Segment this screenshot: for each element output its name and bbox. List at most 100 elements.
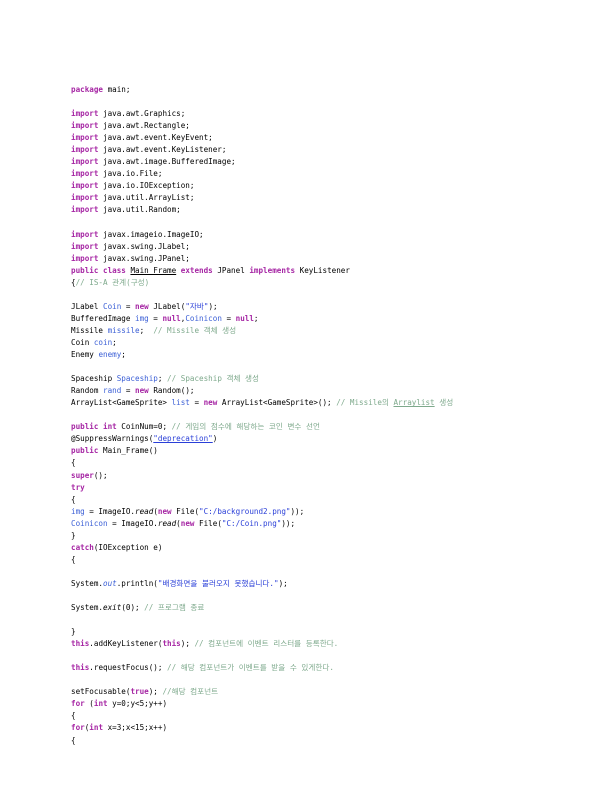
document-page: package main; import java.awt.Graphics; im…	[0, 0, 612, 792]
code-token: Missile	[71, 325, 108, 335]
code-token: Coinicon	[185, 313, 222, 323]
code-token: // 게임의 점수에 해당하는 코인 변수 선언	[171, 422, 320, 432]
code-token: import	[71, 121, 99, 131]
code-token: .requestFocus();	[89, 663, 168, 673]
code-token: import	[71, 241, 99, 251]
code-token: enemy	[98, 350, 122, 360]
code-token: // Missile의	[336, 398, 394, 408]
code-token: Main_Frame()	[98, 446, 158, 456]
code-token: // 프로그램 종료	[144, 603, 205, 613]
code-token: this	[162, 639, 181, 649]
code-line: setFocusable(true); //해당 컴포넌트	[71, 686, 541, 698]
code-token: {	[71, 711, 76, 721]
code-token: this	[71, 639, 90, 649]
code-token: list	[171, 398, 190, 408]
code-token: =	[121, 301, 136, 311]
code-token: new	[203, 398, 218, 408]
code-line: System.out.println("배경화면을 불러오지 못했습니다.");	[71, 578, 541, 590]
code-token: Coinicon	[71, 518, 108, 528]
code-line: import java.awt.event.KeyListener;	[71, 144, 541, 156]
code-token: import	[71, 253, 99, 263]
code-line: super();	[71, 470, 541, 482]
code-token: java.awt.event.KeyEvent;	[98, 133, 213, 143]
code-line: this.requestFocus(); // 해당 컴포넌트가 이벤트를 받을…	[71, 662, 541, 674]
code-token: //해당 컴포넌트	[162, 687, 219, 697]
code-token: missile	[107, 325, 140, 335]
code-token: System.	[71, 578, 104, 588]
code-token: import	[71, 229, 99, 239]
code-line: {	[71, 710, 541, 722]
code-line: }	[71, 530, 541, 542]
code-token: out	[103, 578, 117, 588]
code-token: .addKeyListener(	[89, 639, 163, 649]
code-listing: package main; import java.awt.Graphics; im…	[71, 84, 541, 747]
code-token: (0);	[121, 603, 145, 613]
code-line: @SuppressWarnings("deprecation")	[71, 433, 541, 445]
code-token: @SuppressWarnings(	[71, 434, 154, 444]
code-line: package main;	[71, 84, 541, 96]
code-token: import	[71, 205, 99, 215]
code-token: img	[71, 506, 85, 516]
code-token: JPanel	[212, 265, 250, 275]
code-line: public Main_Frame()	[71, 445, 541, 457]
code-line: BufferedImage img = null,Coinicon = null…	[71, 313, 541, 325]
code-token: read	[157, 518, 177, 528]
code-line: import java.awt.image.BufferedImage;	[71, 156, 541, 168]
code-token: y=0;y<5;y++)	[107, 699, 168, 709]
code-token: img	[135, 313, 149, 323]
code-token: Arraylist	[393, 398, 435, 408]
code-token: Coin	[71, 337, 94, 347]
code-line: Coinicon = ImageIO.read(new File("C:/Coi…	[71, 518, 541, 530]
code-token: // Missile 객체 생성	[153, 325, 237, 335]
code-token: }	[71, 627, 76, 637]
code-token: public	[71, 422, 99, 432]
code-token: new	[180, 518, 195, 528]
code-token: =	[121, 386, 136, 396]
code-token: ArrayList<GameSprite>();	[217, 398, 337, 408]
code-token: System.	[71, 603, 104, 613]
code-token: Coin	[103, 301, 122, 311]
code-token: {	[71, 494, 76, 504]
code-token: }	[71, 530, 76, 540]
code-token: public	[71, 446, 99, 456]
code-line: JLabel Coin = new JLabel("자바");	[71, 301, 541, 313]
code-token: new	[157, 506, 172, 516]
code-token: Random	[71, 386, 104, 396]
code-line: for (int y=0;y<5;y++)	[71, 698, 541, 710]
code-line: Random rand = new Random();	[71, 385, 541, 397]
code-token: for	[71, 723, 85, 733]
code-token: int	[103, 422, 117, 432]
code-token: this	[71, 663, 90, 673]
code-token: exit	[103, 603, 122, 613]
code-token: = ImageIO.	[107, 518, 158, 528]
code-token: setFocusable(	[71, 687, 131, 697]
code-line: import java.util.ArrayList;	[71, 192, 541, 204]
code-token: true	[130, 687, 149, 697]
code-token: ;	[112, 337, 117, 347]
code-token: Main_Frame	[130, 265, 177, 275]
code-token: .println(	[116, 578, 158, 588]
code-token: main;	[103, 85, 131, 94]
code-line: }	[71, 626, 541, 638]
code-line: import java.awt.Graphics;	[71, 108, 541, 120]
code-token: read	[135, 506, 154, 516]
code-line: import javax.imageio.ImageIO;	[71, 229, 541, 241]
code-token: import	[71, 145, 99, 155]
code-token: java.awt.event.KeyListener;	[98, 145, 227, 155]
code-token: File(	[171, 506, 200, 516]
code-line: import java.io.IOException;	[71, 180, 541, 192]
code-line: Enemy enemy;	[71, 349, 541, 361]
code-token: ();	[93, 470, 108, 480]
code-token: Spaceship	[116, 374, 158, 384]
code-token: java.util.Random;	[98, 205, 181, 215]
code-token: java.io.IOException;	[98, 181, 195, 191]
code-token: "배경화면을 불러오지 못했습니다."	[157, 578, 279, 588]
code-line: img = ImageIO.read(new File("C:/backgrou…	[71, 506, 541, 518]
code-token: {	[71, 735, 76, 745]
code-token: );	[278, 578, 288, 588]
code-line: for(int x=3;x<15;x++)	[71, 722, 541, 734]
